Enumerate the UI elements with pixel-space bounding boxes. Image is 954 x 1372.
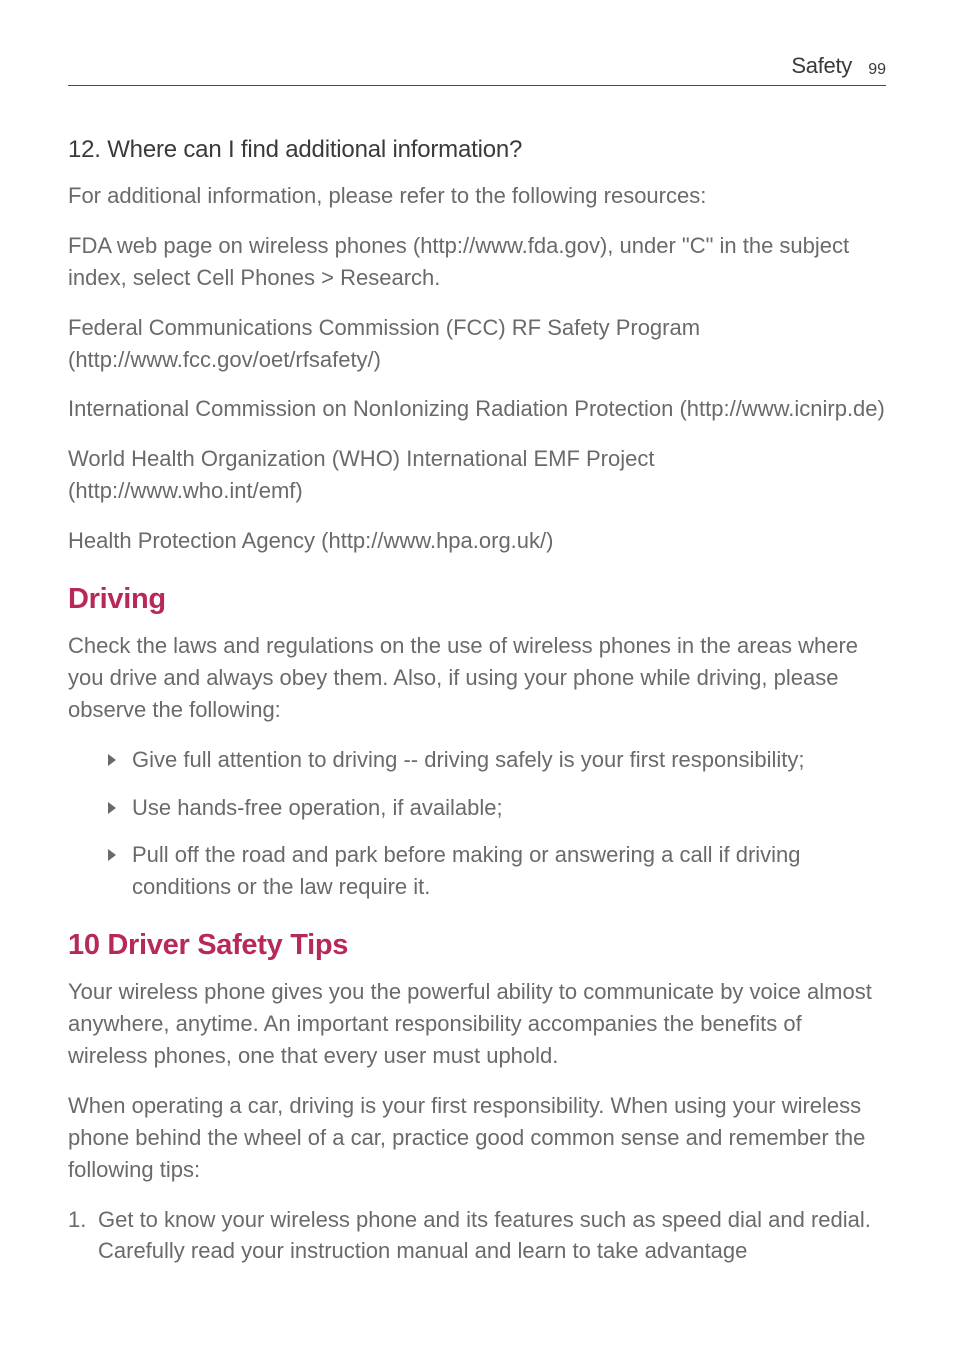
list-item: Get to know your wireless phone and its … [68,1204,886,1268]
q12-p4: International Commission on NonIonizing … [68,393,886,425]
q12-p1: For additional information, please refer… [68,180,886,212]
driving-heading: Driving [68,583,886,616]
q12-p3: Federal Communications Commission (FCC) … [68,312,886,376]
q12-p5: World Health Organization (WHO) Internat… [68,443,886,507]
header-page-number: 99 [868,61,886,79]
tip-text: Get to know your wireless phone and its … [98,1207,871,1264]
triangle-bullet-icon [108,754,116,766]
q12-p2: FDA web page on wireless phones (http://… [68,230,886,294]
page-header: Safety 99 [68,50,886,86]
bullet-text: Pull off the road and park before making… [132,842,801,899]
bullet-text: Give full attention to driving -- drivin… [132,747,804,772]
driving-bullets: Give full attention to driving -- drivin… [68,744,886,904]
tips-p1: Your wireless phone gives you the powerf… [68,976,886,1072]
driving-intro: Check the laws and regulations on the us… [68,630,886,726]
triangle-bullet-icon [108,849,116,861]
list-item: Use hands-free operation, if available; [68,792,886,824]
tips-numbered-list: Get to know your wireless phone and its … [68,1204,886,1268]
q12-p6: Health Protection Agency (http://www.hpa… [68,525,886,557]
list-item: Give full attention to driving -- drivin… [68,744,886,776]
list-item: Pull off the road and park before making… [68,839,886,903]
tips-heading: 10 Driver Safety Tips [68,929,886,962]
bullet-text: Use hands-free operation, if available; [132,795,503,820]
triangle-bullet-icon [108,802,116,814]
header-section-title: Safety [791,53,852,79]
tips-p2: When operating a car, driving is your fi… [68,1090,886,1186]
q12-heading: 12. Where can I find additional informat… [68,136,886,164]
